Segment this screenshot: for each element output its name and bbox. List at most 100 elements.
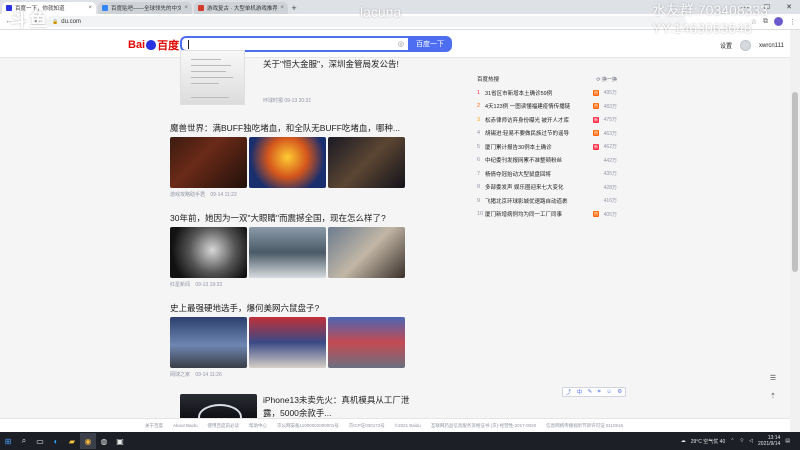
footer-link[interactable]: 使用百度前必读 [208,423,240,429]
refresh-link[interactable]: ⟳ 换一换 [596,76,617,83]
hot-text[interactable]: 杨倩夺冠抬动大型鼠盘回将 [485,170,599,178]
new-tab-button[interactable]: + [288,2,300,14]
close-window-icon[interactable]: ✕ [778,0,800,14]
paw-icon [146,40,157,50]
stream-logo-overlay: 斗鱼 [10,10,48,30]
gear-icon[interactable]: ⚙ [617,389,622,395]
feed-card[interactable]: 30年前，她因为一双"大眼睛"而震撼全国，现在怎么样了? 红星新闻 09-13 … [170,212,420,288]
feedback-icon[interactable]: ☰ [766,372,780,384]
hot-text[interactable]: 厦门新增病例均为同一工厂同事 [485,210,591,218]
hot-rank: 2 [477,103,481,110]
card-thumbnail[interactable] [328,227,405,278]
folder-icon[interactable]: ▰ [64,433,80,449]
hot-search-item[interactable]: 6 中纪委刊发报网累不准整顿粉丝 442万 [477,154,617,168]
card-meta: 网球之家 09-14 11:26 [170,371,420,378]
footer-link[interactable]: About Baidu [173,423,198,428]
hot-search-item[interactable]: 9 飞猪北京环球影城优速路自动道裹 416万 [477,194,617,208]
card-title[interactable]: 关于"恒大金服"，深圳金管局发公告! [263,58,399,70]
baidu-logo[interactable]: Bai 百度 [128,37,179,53]
tab-game[interactable]: 游戏复古 · 大型单机游戏推荐 × [194,2,288,14]
hot-search-item[interactable]: 1 31省区市新增本土确诊59例热 495万 [477,86,617,100]
card-thumbnail[interactable] [170,227,247,278]
edge-icon[interactable]: ◐ [48,433,64,449]
hot-rank: 1 [477,89,481,96]
steam-icon[interactable]: ◍ [96,433,112,449]
card-thumbnail[interactable] [170,137,247,188]
hot-text[interactable]: 31省区市新增本土确诊59例 [485,89,591,97]
username-link[interactable]: xwrcn111 [759,43,784,49]
hot-search-item[interactable]: 2 4天123例 一图读懂福建疫情传播链热 483万 [477,100,617,114]
back-to-top-icon[interactable]: ⇡ [766,390,780,402]
hot-search-item[interactable]: 10 厦门新增病例均为同一工厂同事热 405万 [477,208,617,222]
hot-rank: 5 [477,143,481,150]
search-icon[interactable]: ⌕ [16,433,32,449]
hot-rank: 10 [477,211,484,218]
task-view-icon[interactable]: ▭ [32,433,48,449]
card-title[interactable]: iPhone13未卖先火：真机模具从工厂泄露，5000余款手... [263,394,423,420]
footer-link[interactable]: 帮助中心 [249,423,267,429]
footer-link[interactable]: ©2021 Baidu [395,423,421,428]
hot-search-item[interactable]: 3 松赤律师访弃身份曝光 被开人才库新 475万 [477,113,617,127]
windows-start-icon[interactable]: ⊞ [0,433,16,449]
card-source: 红星新闻 [170,282,191,288]
hot-search-item[interactable]: 7 杨倩夺冠抬动大型鼠盘回将 435万 [477,167,617,181]
hot-search-item[interactable]: 5 厦门累计报告30例本土确诊新 462万 [477,140,617,154]
feed-card[interactable]: 魔兽世界：满BUFF独吃堵血，和全队无BUFF吃堵血，哪种... 游戏攻略助手君… [170,122,420,198]
card-thumbnail[interactable] [180,394,257,420]
card-thumbnail[interactable] [249,137,326,188]
card-title[interactable]: 史上最强硬地选手，爆何美网六鼠盘子? [170,302,420,314]
chrome-icon[interactable]: ◉ [80,433,96,449]
card-thumbnail[interactable] [328,317,405,368]
close-icon[interactable]: × [88,5,92,11]
edit-icon[interactable]: ✎ [588,389,593,395]
footer-link[interactable]: 京ICP证030173号 [349,423,385,429]
search-button[interactable]: 百度一下 [408,36,452,52]
close-icon[interactable]: × [184,5,188,11]
camera-icon[interactable]: ◎ [398,40,404,48]
footer-link[interactable]: 信息网络传播视听节目许可证 0110516 [546,423,623,429]
feed-card[interactable]: 史上最强硬地选手，爆何美网六鼠盘子? 网球之家 09-14 11:26 [170,302,420,378]
hot-search-item[interactable]: 8 多部委发声 娱乐圈迎来七大变化 428万 [477,181,617,195]
hot-text[interactable]: 中纪委刊发报网累不准整顿粉丝 [485,156,599,164]
close-icon[interactable]: × [280,5,284,11]
card-thumbnail[interactable] [249,227,326,278]
profile-avatar[interactable] [774,17,783,26]
translate-icon[interactable]: 中 [577,388,583,396]
card-title[interactable]: 30年前，她因为一双"大眼睛"而震撼全国，现在怎么样了? [170,212,420,224]
settings-link[interactable]: 设置 [720,41,732,50]
card-thumbnail[interactable] [249,317,326,368]
user-avatar[interactable] [740,40,752,51]
hot-text[interactable]: 飞猪北京环球影城优速路自动道裹 [485,197,599,205]
card-title[interactable]: 魔兽世界：满BUFF独吃堵血，和全队无BUFF吃堵血，哪种... [170,122,420,134]
hot-text[interactable]: 松赤律师访弃身份曝光 被开人才库 [485,116,591,124]
footer-link[interactable]: 关于百度 [145,423,163,429]
hot-text[interactable]: 4天123例 一图读懂福建疫情传播链 [485,102,591,110]
share-icon[interactable]: ⤴ [566,388,572,396]
hot-text[interactable]: 多部委发声 娱乐圈迎来七大变化 [485,183,599,191]
app-icon[interactable]: ▣ [112,433,128,449]
clock[interactable]: 13:14 2021/9/14 [758,435,780,447]
weather-text[interactable]: 29°C 空气优 40 [691,438,726,445]
hot-text[interactable]: 胡锡进:轻易不要做民族过节的谣导 [485,129,591,137]
page-footer: 关于百度 About Baidu 使用百度前必读 帮助中心 京公网安备110000020… [0,418,790,432]
chevron-up-icon[interactable]: ⌃ [730,438,734,444]
card-thumbnail[interactable] [180,50,245,105]
floating-toolbar: ⤴ 中 ✎ ⌗ ☺ ⚙ [562,387,626,397]
scrollbar-thumb[interactable] [792,92,798,272]
card-thumbnail[interactable] [170,317,247,368]
hot-search-item[interactable]: 4 胡锡进:轻易不要做民族过节的谣导热 463万 [477,127,617,141]
card-thumbnails [170,227,420,278]
card-thumbnail[interactable] [328,137,405,188]
network-icon[interactable]: ⌔ [739,438,744,444]
logo-bai: Bai [128,39,146,51]
footer-link[interactable]: 京公网安备11000002000001号 [277,423,339,429]
tab-tieba[interactable]: 百度贴吧——全球领先的中文社区 × [98,2,192,14]
volume-icon[interactable]: ◁ [749,438,753,444]
hot-count: 435万 [603,171,617,178]
notification-icon[interactable]: ▤ [785,438,790,444]
menu-icon[interactable]: ⋮ [789,18,796,26]
hot-text[interactable]: 厦门累计报告30例本土确诊 [485,143,591,151]
emoji-icon[interactable]: ☺ [606,389,612,395]
screenshot-icon[interactable]: ⌗ [598,389,601,396]
footer-link[interactable]: 互联网药品信息服务资格证书 (京)-经营性-2017-0020 [431,423,536,429]
